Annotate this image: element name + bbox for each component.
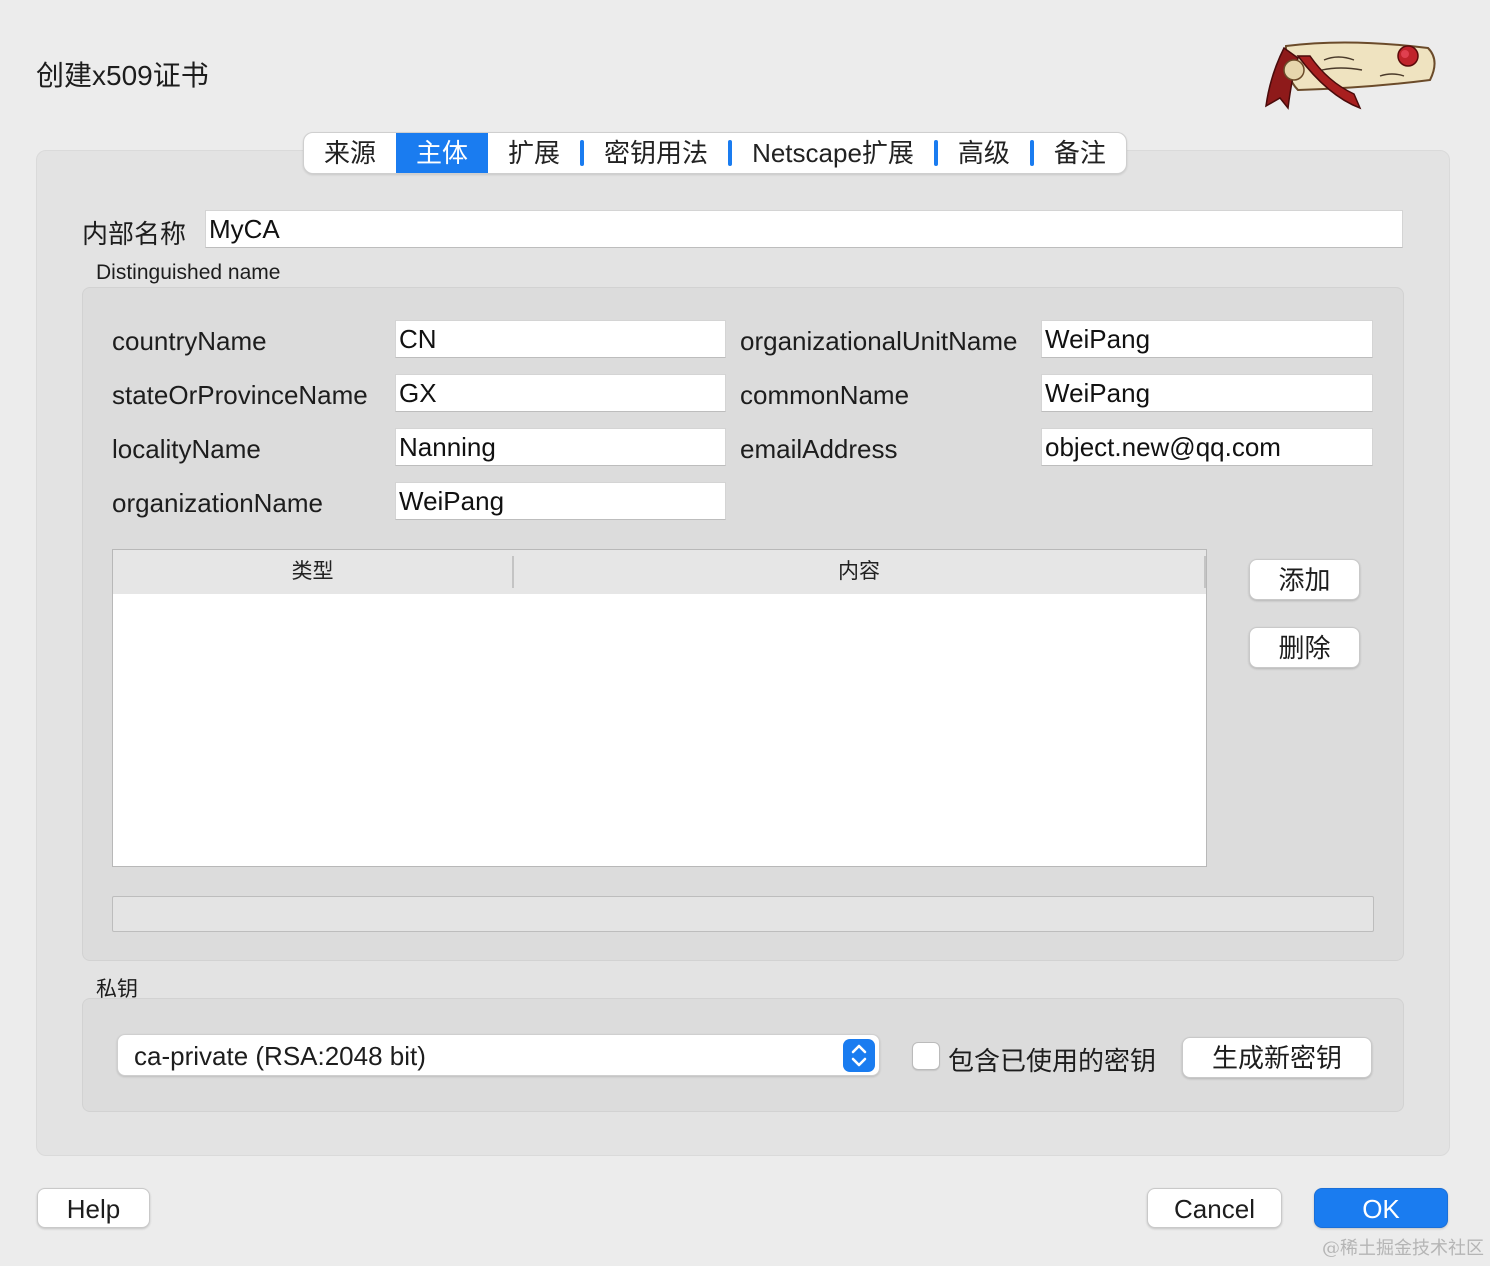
include-used-keys-label: 包含已使用的密钥: [948, 1046, 1157, 1076]
internal-name-label: 内部名称: [82, 219, 187, 249]
country-name-label: countryName: [112, 326, 267, 356]
country-name-input[interactable]: CN: [395, 320, 726, 358]
column-divider: [1204, 556, 1206, 588]
tab-advanced[interactable]: 高级: [938, 133, 1030, 173]
tab-bar: 来源 主体 扩展 密钥用法 Netscape扩展 高级 备注: [303, 132, 1127, 174]
tab-source[interactable]: 来源: [304, 133, 396, 173]
locality-label: localityName: [112, 434, 261, 464]
state-label: stateOrProvinceName: [112, 380, 368, 410]
email-input[interactable]: object.new@qq.com: [1041, 428, 1373, 466]
common-name-input[interactable]: WeiPang: [1041, 374, 1373, 412]
delete-button[interactable]: 删除: [1249, 627, 1360, 668]
chevron-up-down-icon[interactable]: [843, 1039, 875, 1072]
organization-label: organizationName: [112, 488, 324, 518]
internal-name-input[interactable]: MyCA: [205, 210, 1403, 248]
column-header-content[interactable]: 内容: [514, 550, 1204, 593]
include-used-keys-checkbox[interactable]: [912, 1042, 940, 1070]
organization-input[interactable]: WeiPang: [395, 482, 726, 520]
org-unit-label: organizationalUnitName: [740, 326, 1018, 356]
generate-key-button[interactable]: 生成新密钥: [1182, 1037, 1372, 1078]
window-title: 创建x509证书: [36, 60, 209, 91]
tab-extensions[interactable]: 扩展: [488, 133, 580, 173]
common-name-label: commonName: [740, 380, 910, 410]
tab-subject[interactable]: 主体: [396, 133, 489, 173]
help-button[interactable]: Help: [37, 1188, 150, 1228]
column-header-type[interactable]: 类型: [113, 550, 512, 593]
private-key-select[interactable]: ca-private (RSA:2048 bit): [117, 1034, 880, 1076]
ok-button[interactable]: OK: [1314, 1188, 1448, 1228]
dn-extra-table[interactable]: 类型 内容: [112, 549, 1207, 867]
tab-key-usage[interactable]: 密钥用法: [584, 133, 728, 173]
dn-group-title: Distinguished name: [96, 261, 281, 284]
status-bar: [112, 896, 1374, 932]
tab-comment[interactable]: 备注: [1034, 133, 1126, 173]
add-button[interactable]: 添加: [1249, 559, 1360, 600]
org-unit-input[interactable]: WeiPang: [1041, 320, 1373, 358]
cancel-button[interactable]: Cancel: [1147, 1188, 1282, 1228]
xca-scroll-logo-icon: [1258, 36, 1442, 116]
email-label: emailAddress: [740, 434, 898, 464]
table-header: 类型 内容: [113, 550, 1206, 594]
tab-netscape[interactable]: Netscape扩展: [732, 133, 934, 173]
state-input[interactable]: GX: [395, 374, 726, 412]
watermark: @稀土掘金技术社区: [1322, 1238, 1484, 1259]
private-key-select-value: ca-private (RSA:2048 bit): [134, 1041, 426, 1071]
locality-input[interactable]: Nanning: [395, 428, 726, 466]
